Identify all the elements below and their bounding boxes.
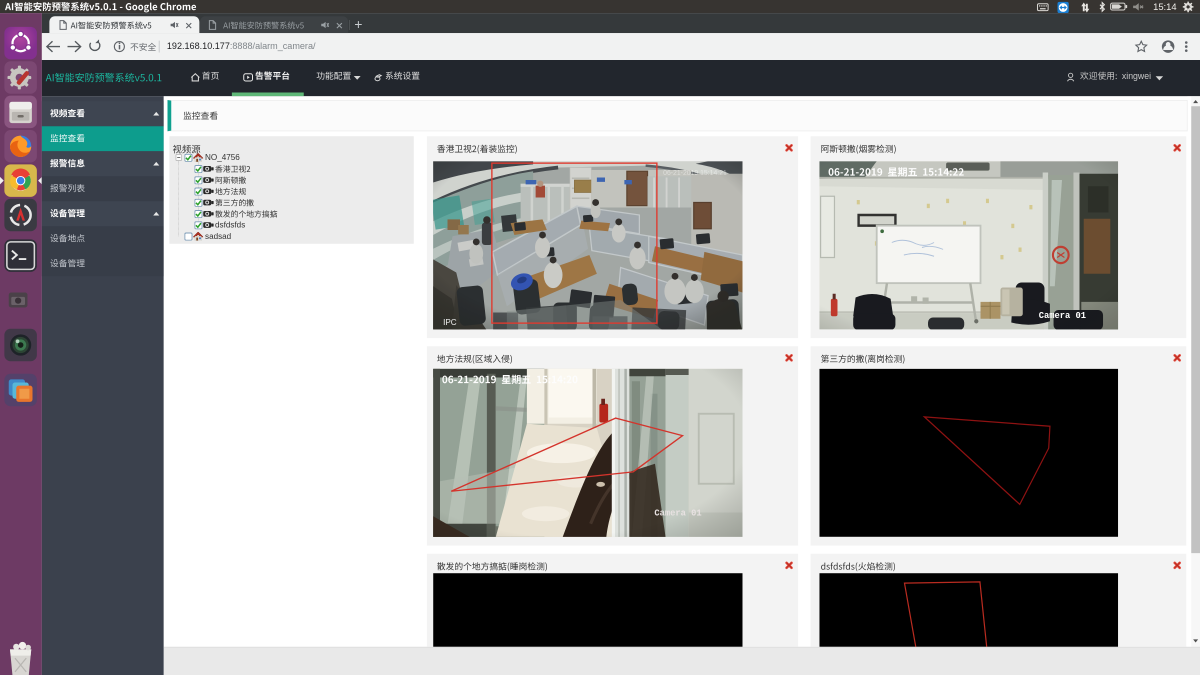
- svg-text:06-21-2019 15:14:21: 06-21-2019 15:14:21: [663, 170, 727, 177]
- svg-text:IPC: IPC: [443, 318, 457, 327]
